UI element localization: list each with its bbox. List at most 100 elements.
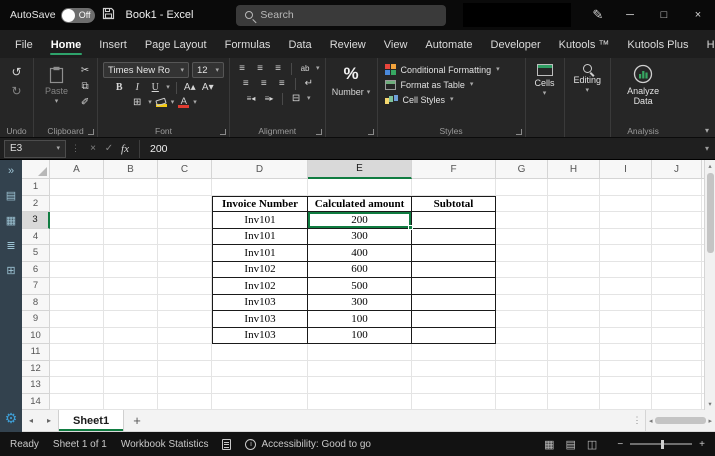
cell-G14[interactable]: [496, 393, 548, 410]
cell-C10[interactable]: [158, 327, 212, 344]
cell-E3[interactable]: 200: [308, 212, 413, 230]
cell-J9[interactable]: [652, 311, 702, 328]
tab-review[interactable]: Review: [321, 34, 375, 58]
cell-G2[interactable]: [496, 195, 548, 212]
cell-D6[interactable]: Inv102: [212, 261, 308, 278]
cell-F7[interactable]: [412, 278, 496, 295]
cell-I7[interactable]: [600, 278, 652, 295]
scroll-down-icon[interactable]: ▾: [708, 400, 711, 408]
font-name-select[interactable]: Times New Ro ▾: [103, 62, 190, 78]
cell-A4[interactable]: [50, 228, 104, 245]
tab-file[interactable]: File: [6, 34, 42, 58]
cell-A3[interactable]: [50, 212, 104, 229]
row-header-5[interactable]: 5: [22, 245, 50, 262]
borders-button[interactable]: ⊞: [130, 96, 144, 109]
row-header-3[interactable]: 3: [22, 212, 50, 229]
formula-input[interactable]: 200: [139, 139, 699, 158]
cell-F10[interactable]: [412, 327, 496, 344]
cancel-button[interactable]: ×: [85, 143, 101, 154]
ribbon-collapse-button[interactable]: ▾: [705, 126, 709, 135]
clipboard-dialog-launcher[interactable]: [88, 129, 95, 135]
undo-button[interactable]: ↺: [11, 66, 21, 79]
decrease-indent-button[interactable]: ≡◂: [244, 92, 258, 105]
cell-J4[interactable]: [652, 228, 702, 245]
row-header-6[interactable]: 6: [22, 261, 50, 278]
columns-pane-button[interactable]: ≣: [6, 239, 15, 252]
italic-button[interactable]: I: [130, 81, 144, 94]
cell-G7[interactable]: [496, 278, 548, 295]
cell-C14[interactable]: [158, 393, 212, 410]
cell-F13[interactable]: [412, 377, 496, 394]
cell-B10[interactable]: [104, 327, 158, 344]
row-header-13[interactable]: 13: [22, 377, 50, 394]
cell-G10[interactable]: [496, 327, 548, 344]
cell-J11[interactable]: [652, 344, 702, 361]
row-header-1[interactable]: 1: [22, 179, 50, 196]
cell-H4[interactable]: [548, 228, 600, 245]
cell-D10[interactable]: Inv103: [212, 327, 308, 344]
fill-handle[interactable]: [408, 224, 413, 230]
cell-B5[interactable]: [104, 245, 158, 262]
tab-kutools-plus[interactable]: Kutools Plus: [618, 34, 697, 58]
cell-D8[interactable]: Inv103: [212, 294, 308, 311]
scroll-up-icon[interactable]: ▴: [708, 162, 711, 170]
zoom-slider-thumb[interactable]: [661, 439, 665, 449]
cell-I14[interactable]: [600, 393, 652, 410]
cell-C12[interactable]: [158, 360, 212, 377]
cell-B11[interactable]: [104, 344, 158, 361]
cell-H11[interactable]: [548, 344, 600, 361]
page-break-view-button[interactable]: ◫: [587, 438, 597, 451]
cell-H5[interactable]: [548, 245, 600, 262]
cells-button[interactable]: Cells ▾: [531, 62, 559, 99]
page-layout-view-button[interactable]: ▤: [566, 438, 576, 451]
cell-C5[interactable]: [158, 245, 212, 262]
paste-button[interactable]: Paste ▾: [39, 65, 74, 106]
conditional-formatting-button[interactable]: Conditional Formatting ▾: [383, 62, 500, 77]
cell-D3[interactable]: Inv101: [212, 212, 308, 229]
cell-A6[interactable]: [50, 261, 104, 278]
cell-C2[interactable]: [158, 195, 212, 212]
row-header-9[interactable]: 9: [22, 311, 50, 328]
cell-E1[interactable]: [308, 179, 412, 196]
cell-A7[interactable]: [50, 278, 104, 295]
clipboard-pane-button[interactable]: ⊞: [6, 264, 15, 277]
tab-page-layout[interactable]: Page Layout: [136, 34, 216, 58]
cell-F5[interactable]: [412, 245, 496, 262]
cell-J8[interactable]: [652, 294, 702, 311]
select-all-corner[interactable]: [22, 160, 50, 179]
cell-B2[interactable]: [104, 195, 158, 212]
cell-A13[interactable]: [50, 377, 104, 394]
cell-I12[interactable]: [600, 360, 652, 377]
column-header-J[interactable]: J: [652, 160, 702, 179]
analyze-data-button[interactable]: Analyze Data: [616, 62, 670, 109]
cell-H6[interactable]: [548, 261, 600, 278]
cell-I9[interactable]: [600, 311, 652, 328]
formula-bar-expand-button[interactable]: ▾: [699, 144, 715, 153]
align-right-button[interactable]: ≡: [275, 77, 289, 90]
zoom-slider[interactable]: [630, 439, 693, 449]
cell-E11[interactable]: [308, 344, 412, 361]
vertical-scrollbar[interactable]: ▴ ▾: [704, 160, 715, 410]
cell-B4[interactable]: [104, 228, 158, 245]
cell-F6[interactable]: [412, 261, 496, 278]
cell-H8[interactable]: [548, 294, 600, 311]
sheet-tab-sheet1[interactable]: Sheet1: [58, 410, 125, 431]
cell-E5[interactable]: 400: [308, 245, 412, 262]
cell-E10[interactable]: 100: [308, 327, 412, 344]
sheet-nav-right-button[interactable]: ▸: [40, 410, 58, 431]
cell-E9[interactable]: 100: [308, 311, 412, 328]
column-header-D[interactable]: D: [212, 160, 308, 179]
cell-J7[interactable]: [652, 278, 702, 295]
merge-center-button[interactable]: ⊟: [289, 92, 303, 105]
cell-G1[interactable]: [496, 179, 548, 196]
tab-developer[interactable]: Developer: [482, 34, 550, 58]
column-header-A[interactable]: A: [50, 160, 104, 179]
column-header-G[interactable]: G: [496, 160, 548, 179]
cell-J14[interactable]: [652, 393, 702, 410]
cell-J3[interactable]: [652, 212, 702, 229]
cell-C1[interactable]: [158, 179, 212, 196]
cell-B8[interactable]: [104, 294, 158, 311]
increase-indent-button[interactable]: ≡▸: [262, 92, 276, 105]
cell-E12[interactable]: [308, 360, 412, 377]
zoom-in-button[interactable]: +: [699, 439, 705, 450]
